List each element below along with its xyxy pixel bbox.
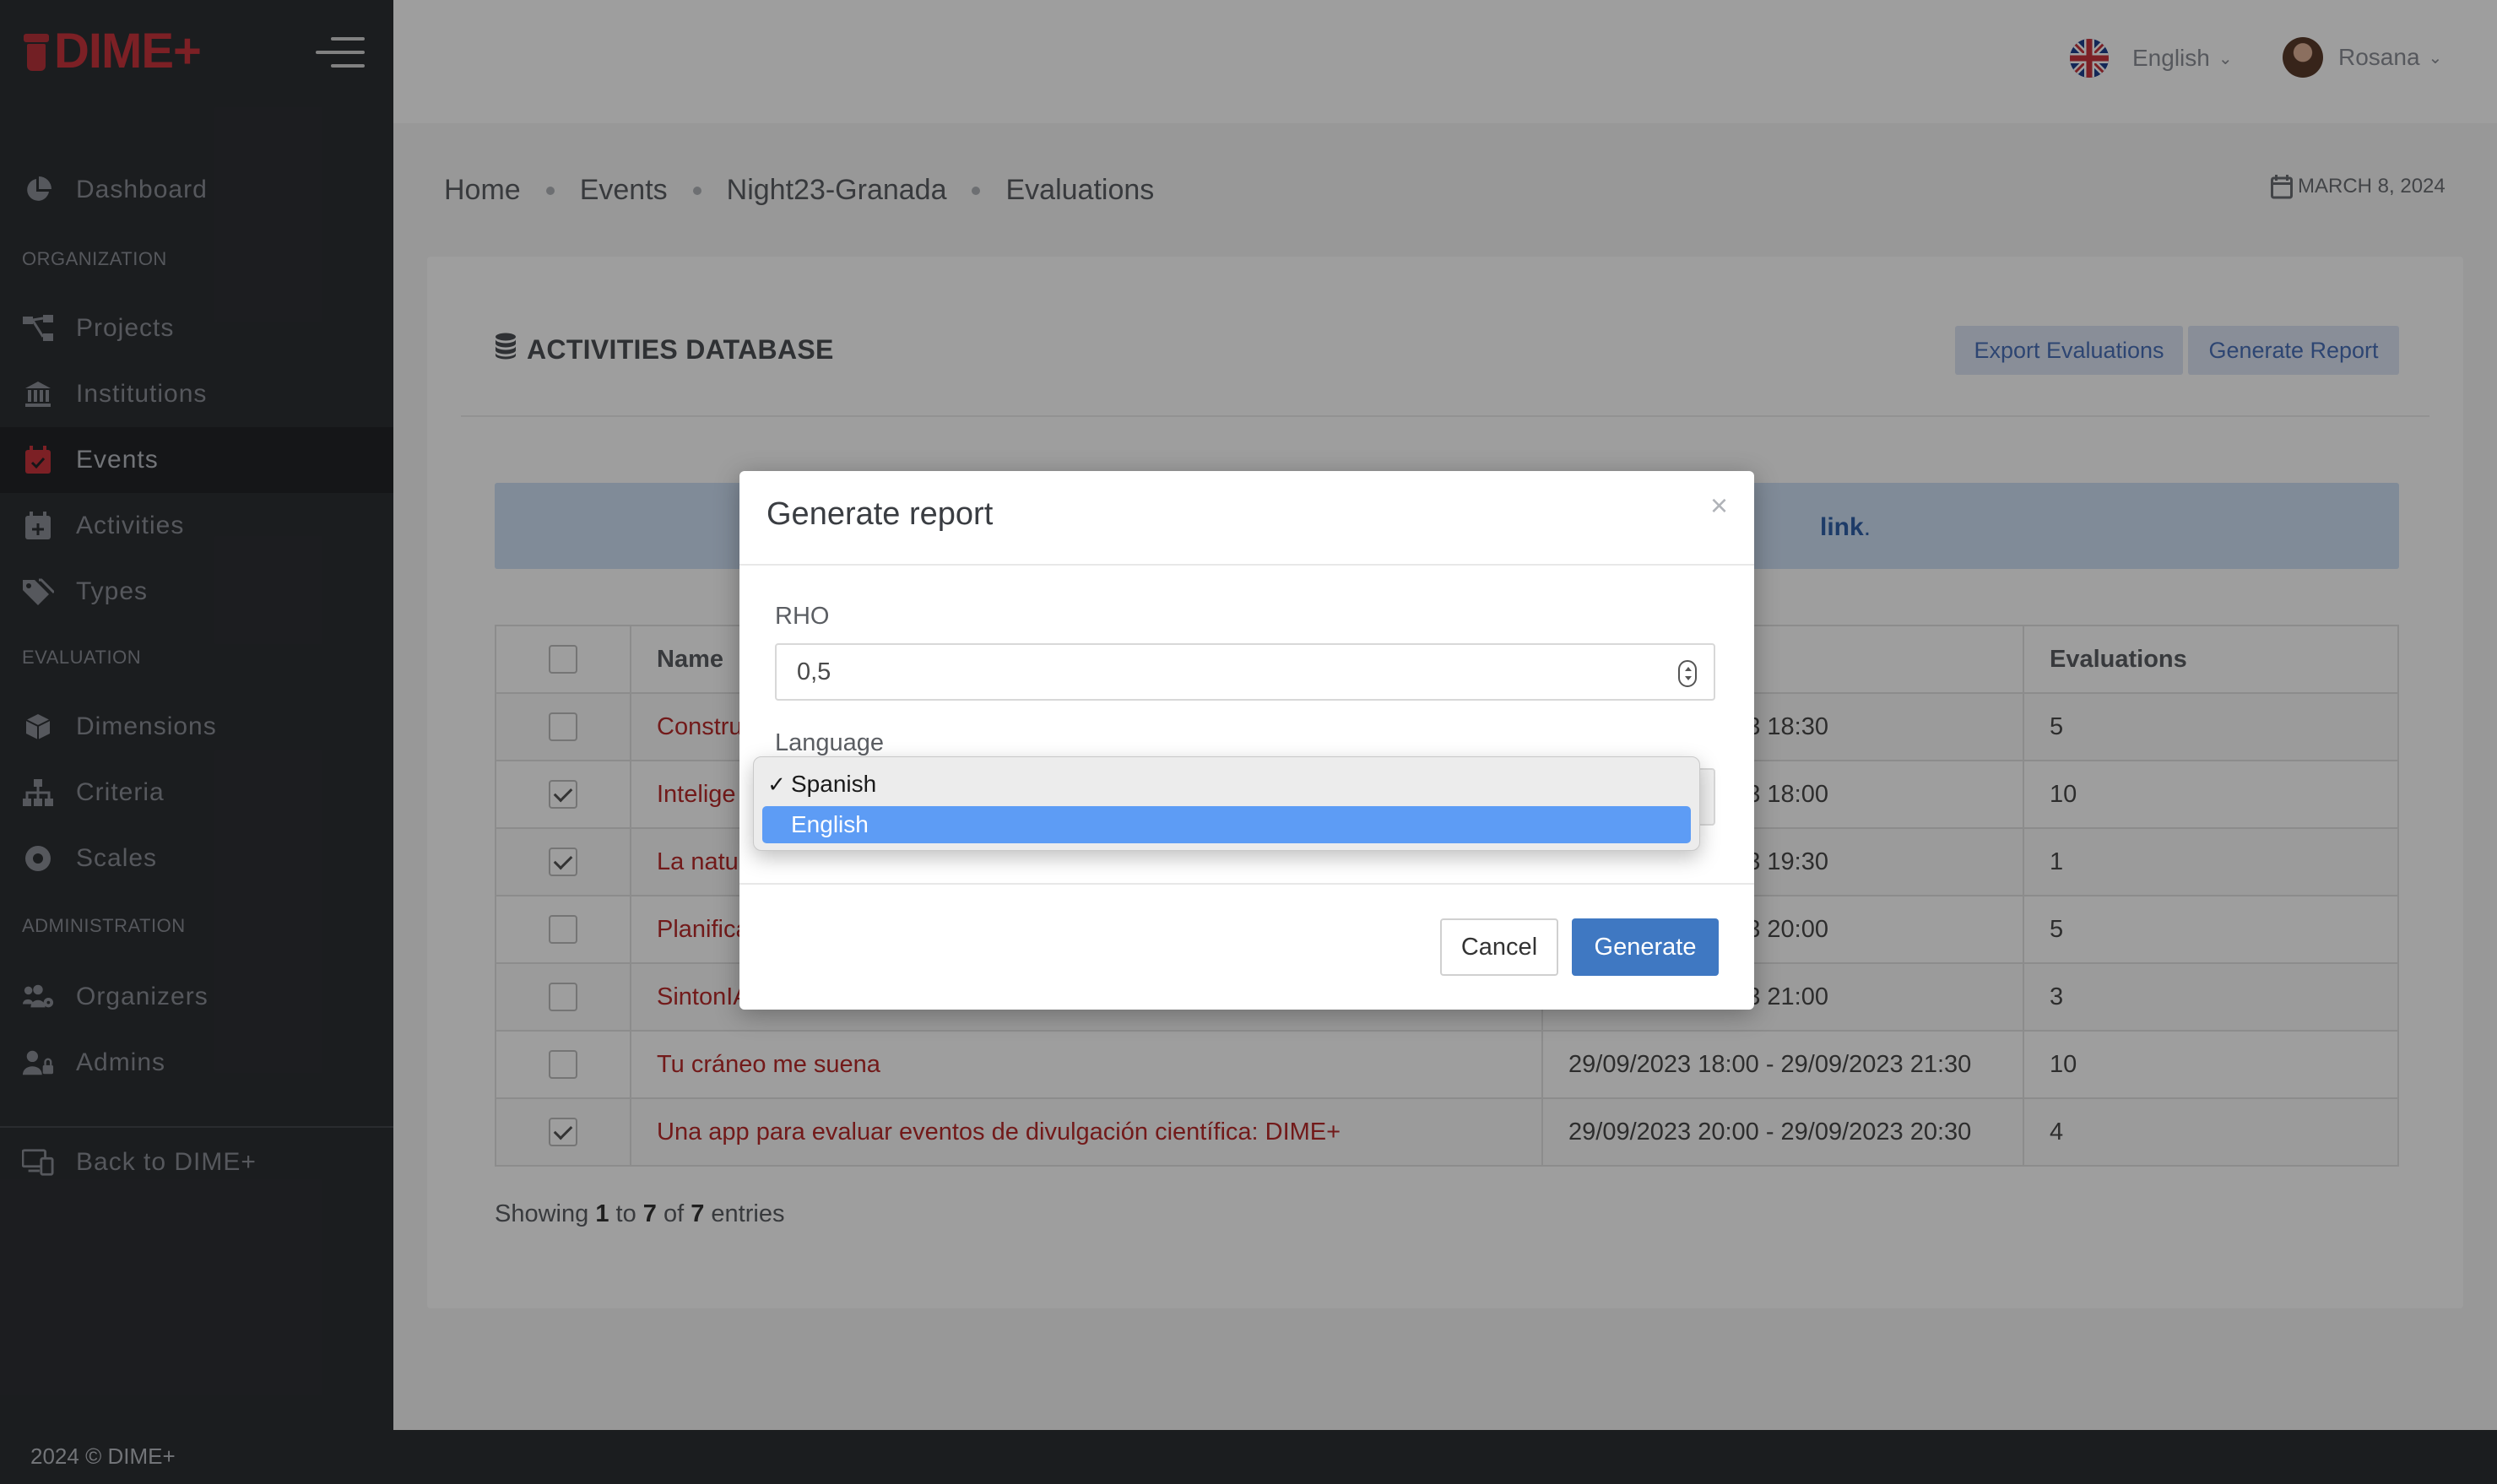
cancel-button[interactable]: Cancel xyxy=(1440,918,1558,976)
rho-value: 0,5 xyxy=(797,658,831,685)
rho-number-input[interactable]: 0,5 xyxy=(775,643,1715,701)
generate-button[interactable]: Generate xyxy=(1572,918,1719,976)
number-spinner-icon[interactable] xyxy=(1678,660,1697,687)
language-option-spanish[interactable]: ✓ Spanish xyxy=(762,766,1691,803)
modal-footer-divider xyxy=(739,883,1754,885)
generate-report-modal: Generate report × RHO 0,5 Language ▲▼ Ca… xyxy=(739,471,1754,1010)
modal-header-divider xyxy=(739,564,1754,566)
language-dropdown-list: ✓ Spanish English xyxy=(753,756,1700,851)
rho-label: RHO xyxy=(775,603,830,630)
language-option-english[interactable]: English xyxy=(762,806,1691,843)
checkmark-icon: ✓ xyxy=(767,771,786,797)
close-icon[interactable]: × xyxy=(1710,488,1728,523)
language-field-label: Language xyxy=(775,729,885,756)
modal-title: Generate report xyxy=(766,496,994,532)
